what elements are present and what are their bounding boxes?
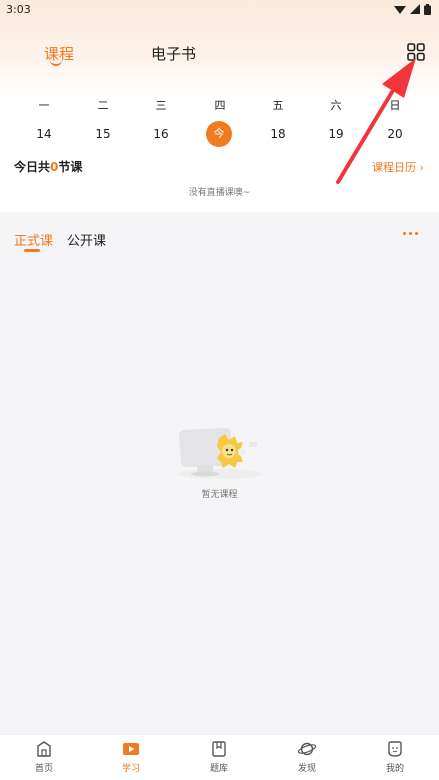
face-icon: [388, 741, 402, 757]
weekday-label: 一: [38, 99, 50, 112]
today-badge: 今: [206, 121, 232, 147]
nav-question-bank[interactable]: 题库: [197, 740, 241, 778]
date-cell[interactable]: 14: [30, 122, 58, 146]
planet-icon: [297, 742, 317, 756]
summary-prefix: 今日共: [14, 160, 51, 174]
tab-public-course[interactable]: 公开课: [67, 230, 106, 249]
status-icons: [394, 3, 431, 15]
course-count-summary: 今日共0节课: [14, 158, 82, 175]
date-cell[interactable]: 18: [264, 122, 292, 146]
status-time: 3:03: [6, 2, 31, 16]
tab-formal-course[interactable]: 正式课: [14, 230, 53, 249]
date-cell[interactable]: 16: [147, 122, 175, 146]
home-icon: [37, 741, 51, 757]
nav-label: 发现: [297, 764, 316, 774]
weekday-label: 二: [97, 99, 109, 112]
course-tab-underline: [24, 249, 40, 252]
nav-study[interactable]: 学习: [109, 740, 153, 778]
nav-mine[interactable]: 我的: [373, 740, 417, 778]
date-cell-today[interactable]: 今: [205, 121, 233, 147]
nav-home[interactable]: 首页: [22, 740, 66, 778]
empty-state-text: 暂无课程: [201, 490, 238, 500]
annotation-arrow: [336, 58, 416, 184]
nav-label: 首页: [34, 764, 53, 774]
signal-icon: [410, 4, 420, 14]
bookmark-icon: [212, 741, 226, 757]
battery-icon: [424, 3, 431, 15]
weekday-label: 五: [272, 99, 284, 112]
nav-label: 我的: [385, 764, 404, 774]
tab-underline: [50, 60, 62, 66]
weekday-label: 三: [155, 99, 167, 112]
weekday-label: 四: [214, 99, 226, 112]
nav-label: 题库: [209, 764, 228, 774]
bottom-nav: 首页 学习 题库 发现 我的: [0, 734, 439, 780]
play-icon: [123, 743, 139, 755]
more-icon[interactable]: [403, 232, 419, 236]
wifi-icon: [394, 6, 406, 14]
date-cell[interactable]: 15: [89, 122, 117, 146]
nav-discover[interactable]: 发现: [285, 740, 329, 778]
summary-suffix: 节课: [58, 160, 83, 174]
nav-label: 学习: [121, 764, 140, 774]
tab-ebook[interactable]: 电子书: [151, 43, 196, 64]
course-type-tabs: 正式课 公开课: [0, 215, 439, 257]
status-bar: 3:03: [0, 0, 439, 18]
